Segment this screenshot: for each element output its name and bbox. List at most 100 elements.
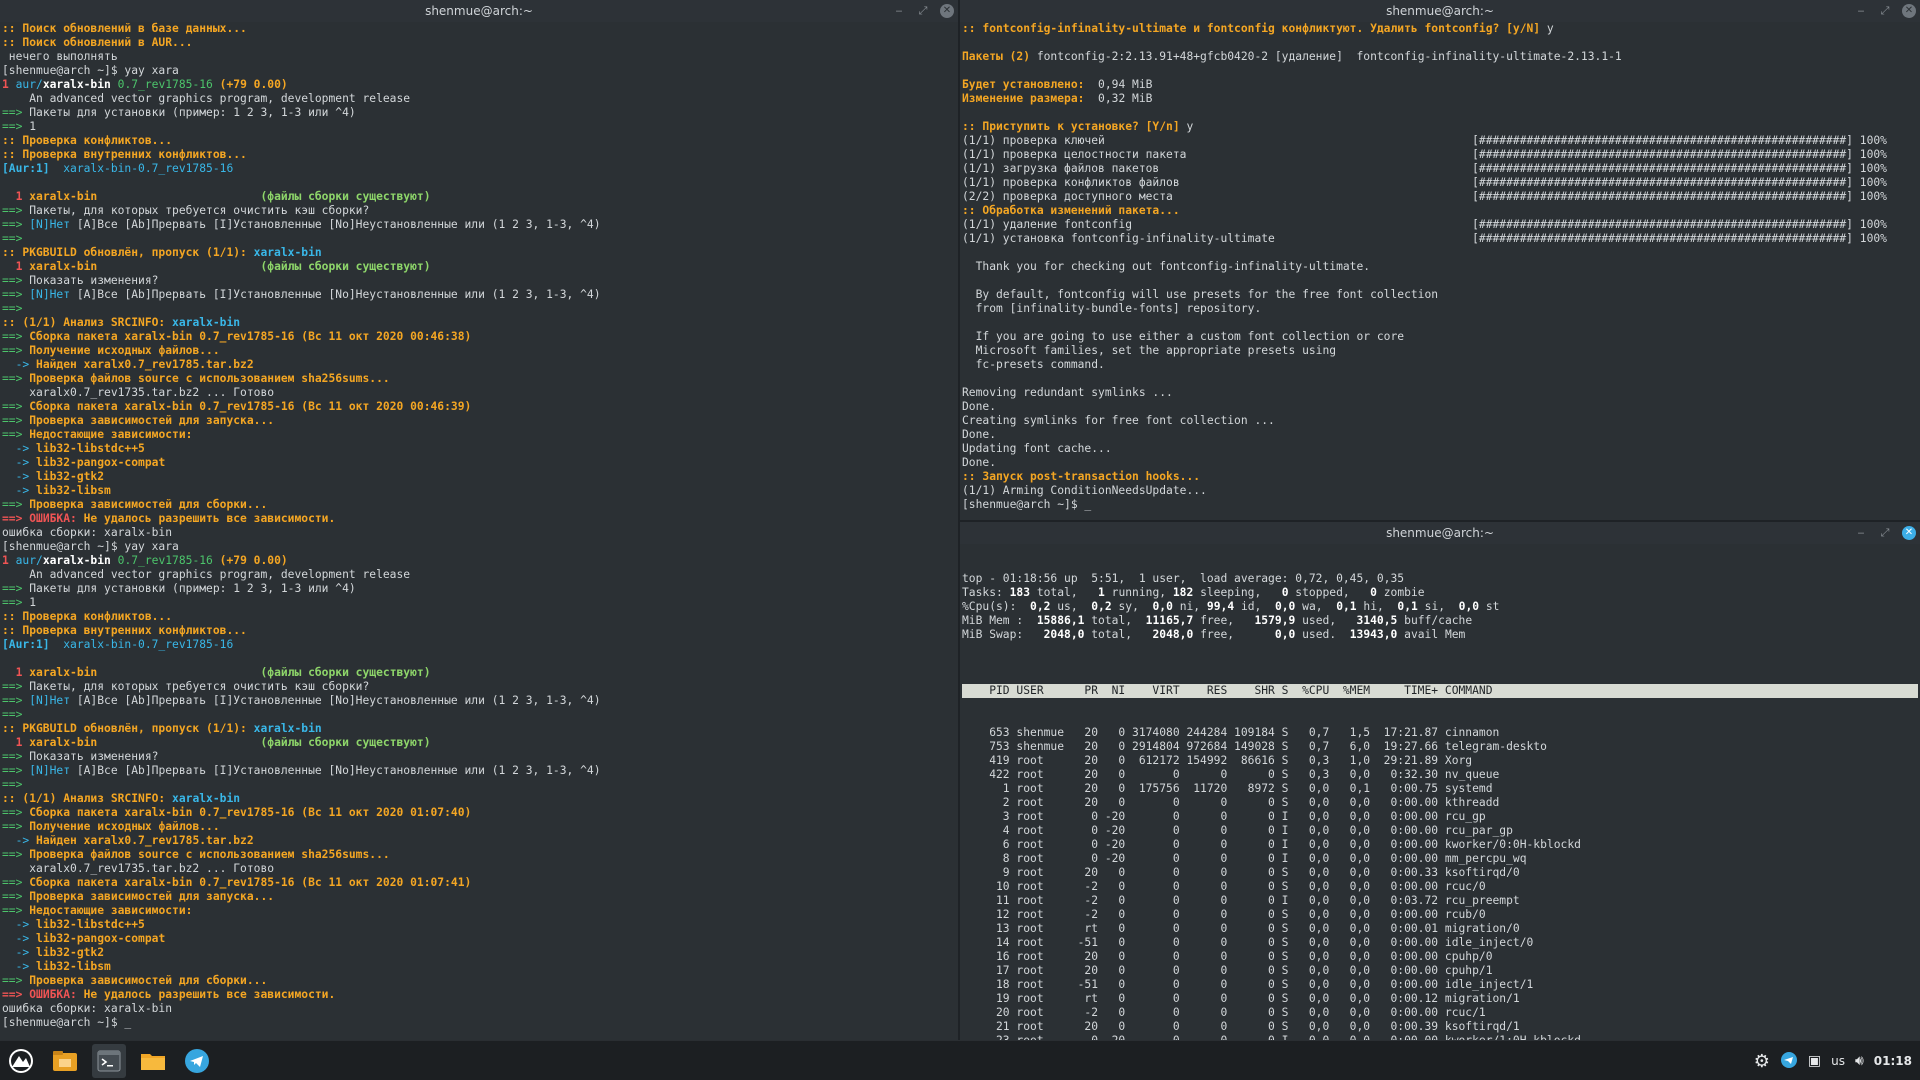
terminal-line: An advanced vector graphics program, dev… bbox=[2, 92, 411, 105]
terminal-line: :: Обработка изменений пакета... bbox=[962, 204, 1180, 217]
terminal-window-bottom-right[interactable]: shenmue@arch:~ ‒ ⤢ ✕ top - 01:18:56 up 5… bbox=[960, 522, 1920, 1040]
window-title: shenmue@arch:~ bbox=[1386, 4, 1494, 18]
terminal-line: ==> bbox=[2, 302, 30, 315]
terminal-line: :: Проверка конфликтов... bbox=[2, 134, 173, 147]
terminal-output[interactable]: :: Поиск обновлений в базе данных...:: П… bbox=[2, 22, 956, 1040]
terminal-line: :: Поиск обновлений в AUR... bbox=[2, 36, 193, 49]
terminal-line: Done. bbox=[962, 400, 997, 413]
terminal-line: An advanced vector graphics program, dev… bbox=[2, 568, 411, 581]
process-row: 3 root 0 -20 0 0 0 I 0,0 0,0 0:00.00 rcu… bbox=[962, 810, 1486, 823]
terminal-line: :: Проверка внутренних конфликтов... bbox=[2, 148, 247, 161]
folder-icon[interactable] bbox=[136, 1044, 170, 1078]
terminal-line: (1/1) проверка конфликтов файлов [######… bbox=[962, 176, 1887, 189]
terminal-line: [shenmue@arch ~]$ _ bbox=[2, 1016, 132, 1029]
terminal-line: ==> Проверка файлов source с использован… bbox=[2, 372, 390, 385]
process-row: 16 root 20 0 0 0 0 S 0,0 0,0 0:00.00 cpu… bbox=[962, 950, 1493, 963]
terminal-line: ==> Недостающие зависимости: bbox=[2, 904, 193, 917]
close-icon[interactable]: ✕ bbox=[1902, 4, 1916, 18]
process-row: 18 root -51 0 0 0 0 S 0,0 0,0 0:00.00 id… bbox=[962, 978, 1534, 991]
process-row: 4 root 0 -20 0 0 0 I 0,0 0,0 0:00.00 rcu… bbox=[962, 824, 1513, 837]
terminal-line: ==> [N]Нет [A]Все [Ab]Прервать [I]Устано… bbox=[2, 288, 601, 301]
terminal-line: from [infinality-bundle-fonts] repositor… bbox=[962, 302, 1262, 315]
telegram-icon[interactable] bbox=[180, 1044, 214, 1078]
process-row: 21 root 20 0 0 0 0 S 0,0 0,0 0:00.39 kso… bbox=[962, 1020, 1520, 1033]
process-row: 419 root 20 0 612172 154992 86616 S 0,3 … bbox=[962, 754, 1473, 767]
volume-icon[interactable]: 🔊︎ bbox=[1855, 1053, 1864, 1069]
process-row: 11 root -2 0 0 0 0 I 0,0 0,0 0:03.72 rcu… bbox=[962, 894, 1520, 907]
keyboard-layout[interactable]: us bbox=[1831, 1054, 1845, 1068]
terminal-window-left[interactable]: shenmue@arch:~ ‒ ⤢ ✕ :: Поиск обновлений… bbox=[0, 0, 958, 1040]
terminal-line: Изменение размера: 0,32 MiB bbox=[962, 92, 1153, 105]
window-title: shenmue@arch:~ bbox=[425, 4, 533, 18]
terminal-output[interactable]: :: fontconfig-infinality-ultimate и font… bbox=[962, 22, 1918, 520]
terminal-line: :: (1/1) Анализ SRCINFO: xaralx-bin bbox=[2, 792, 241, 805]
process-row: 653 shenmue 20 0 3174080 244284 109184 S… bbox=[962, 726, 1500, 739]
terminal-line: ==> 1 bbox=[2, 120, 37, 133]
terminal-line: MiB Swap: 2048,0 total, 2048,0 free, 0,0… bbox=[962, 628, 1466, 641]
close-icon[interactable]: ✕ bbox=[940, 4, 954, 18]
terminal-line: :: Проверка конфликтов... bbox=[2, 610, 173, 623]
terminal-window-top-right[interactable]: shenmue@arch:~ ‒ ⤢ ✕ :: fontconfig-infin… bbox=[960, 0, 1920, 520]
maximize-icon[interactable]: ⤢ bbox=[1878, 0, 1892, 22]
process-row: 2 root 20 0 0 0 0 S 0,0 0,0 0:00.00 kthr… bbox=[962, 796, 1500, 809]
terminal-line: xaralx0.7_rev1735.tar.bz2 ... Готово bbox=[2, 386, 275, 399]
terminal-line: -> lib32-pangox-compat bbox=[2, 456, 166, 469]
taskbar: ⚙ ▣ us 🔊︎ 01:18 bbox=[0, 1040, 1920, 1080]
process-row: 9 root 20 0 0 0 0 S 0,0 0,0 0:00.33 ksof… bbox=[962, 866, 1520, 879]
window-titlebar[interactable]: shenmue@arch:~ ‒ ⤢ ✕ bbox=[0, 0, 958, 22]
minimize-icon[interactable]: ‒ bbox=[892, 0, 906, 22]
terminal-line: ==> Получение исходных файлов... bbox=[2, 344, 220, 357]
process-row: 6 root 0 -20 0 0 0 I 0,0 0,0 0:00.00 kwo… bbox=[962, 838, 1581, 851]
terminal-line: xaralx0.7_rev1735.tar.bz2 ... Готово bbox=[2, 862, 275, 875]
terminal-line: If you are going to use either a custom … bbox=[962, 330, 1405, 343]
terminal-line: ==> Пакеты для установки (пример: 1 2 3,… bbox=[2, 582, 356, 595]
maximize-icon[interactable]: ⤢ bbox=[916, 0, 930, 22]
terminal-line: Done. bbox=[962, 428, 997, 441]
terminal-line: [Aur:1] xaralx-bin-0.7_rev1785-16 bbox=[2, 162, 234, 175]
process-row: 10 root -2 0 0 0 0 S 0,0 0,0 0:00.00 rcu… bbox=[962, 880, 1486, 893]
clock[interactable]: 01:18 bbox=[1874, 1054, 1912, 1068]
terminal-line: 1 xaralx-bin (файлы сборки существуют) bbox=[2, 736, 431, 749]
maximize-icon[interactable]: ⤢ bbox=[1878, 522, 1892, 544]
system-tray: ⚙ ▣ us 🔊︎ 01:18 bbox=[1754, 1041, 1912, 1080]
terminal-line: :: Поиск обновлений в базе данных... bbox=[2, 22, 247, 35]
terminal-line: -> lib32-gtk2 bbox=[2, 470, 105, 483]
window-titlebar[interactable]: shenmue@arch:~ ‒ ⤢ ✕ bbox=[960, 522, 1920, 544]
taskbar-launchers bbox=[4, 1041, 214, 1080]
close-icon[interactable]: ✕ bbox=[1902, 526, 1916, 540]
window-titlebar[interactable]: shenmue@arch:~ ‒ ⤢ ✕ bbox=[960, 0, 1920, 22]
top-process-monitor[interactable]: top - 01:18:56 up 5:51, 1 user, load ave… bbox=[962, 544, 1918, 1040]
minimize-icon[interactable]: ‒ bbox=[1854, 0, 1868, 22]
terminal-line: ==> ОШИБКА: Не удалось разрешить все зав… bbox=[2, 988, 336, 1001]
process-row: 1 root 20 0 175756 11720 8972 S 0,0 0,1 … bbox=[962, 782, 1493, 795]
terminal-line: (1/1) загрузка файлов пакетов [#########… bbox=[962, 162, 1887, 175]
terminal-line: -> Найден xaralx0.7_rev1785.tar.bz2 bbox=[2, 834, 254, 847]
terminal-line: :: fontconfig-infinality-ultimate и font… bbox=[962, 22, 1554, 35]
display-icon[interactable]: ▣ bbox=[1808, 1053, 1821, 1069]
terminal-line: ошибка сборки: xaralx-bin bbox=[2, 526, 173, 539]
terminal-line: -> Найден xaralx0.7_rev1785.tar.bz2 bbox=[2, 358, 254, 371]
file-manager-icon[interactable] bbox=[48, 1044, 82, 1078]
terminal-line: Пакеты (2) fontconfig-2:2.13.91+48+gfcb0… bbox=[962, 50, 1622, 63]
terminal-line: top - 01:18:56 up 5:51, 1 user, load ave… bbox=[962, 572, 1405, 585]
terminal-line: ==> Сборка пакета xaralx-bin 0.7_rev1785… bbox=[2, 806, 472, 819]
terminal-line: ==> Пакеты, для которых требуется очисти… bbox=[2, 204, 370, 217]
process-row: 753 shenmue 20 0 2914804 972684 149028 S… bbox=[962, 740, 1547, 753]
minimize-icon[interactable]: ‒ bbox=[1854, 522, 1868, 544]
terminal-line: Будет установлено: 0,94 MiB bbox=[962, 78, 1153, 91]
telegram-tray-icon[interactable] bbox=[1780, 1051, 1798, 1072]
menu-icon[interactable] bbox=[4, 1044, 38, 1078]
terminal-line: Microsoft families, set the appropriate … bbox=[962, 344, 1337, 357]
terminal-line: (1/1) Arming ConditionNeedsUpdate... bbox=[962, 484, 1207, 497]
terminal-line: (1/1) проверка целостности пакета [#####… bbox=[962, 148, 1887, 161]
terminal-line: :: Запуск post-transaction hooks... bbox=[962, 470, 1201, 483]
terminal-line: (1/1) установка fontconfig-infinality-ul… bbox=[962, 232, 1887, 245]
gear-icon[interactable]: ⚙ bbox=[1754, 1051, 1770, 1072]
terminal-icon[interactable] bbox=[92, 1044, 126, 1078]
terminal-line: ==> 1 bbox=[2, 596, 37, 609]
terminal-line: ошибка сборки: xaralx-bin bbox=[2, 1002, 173, 1015]
terminal-line: :: Проверка внутренних конфликтов... bbox=[2, 624, 247, 637]
